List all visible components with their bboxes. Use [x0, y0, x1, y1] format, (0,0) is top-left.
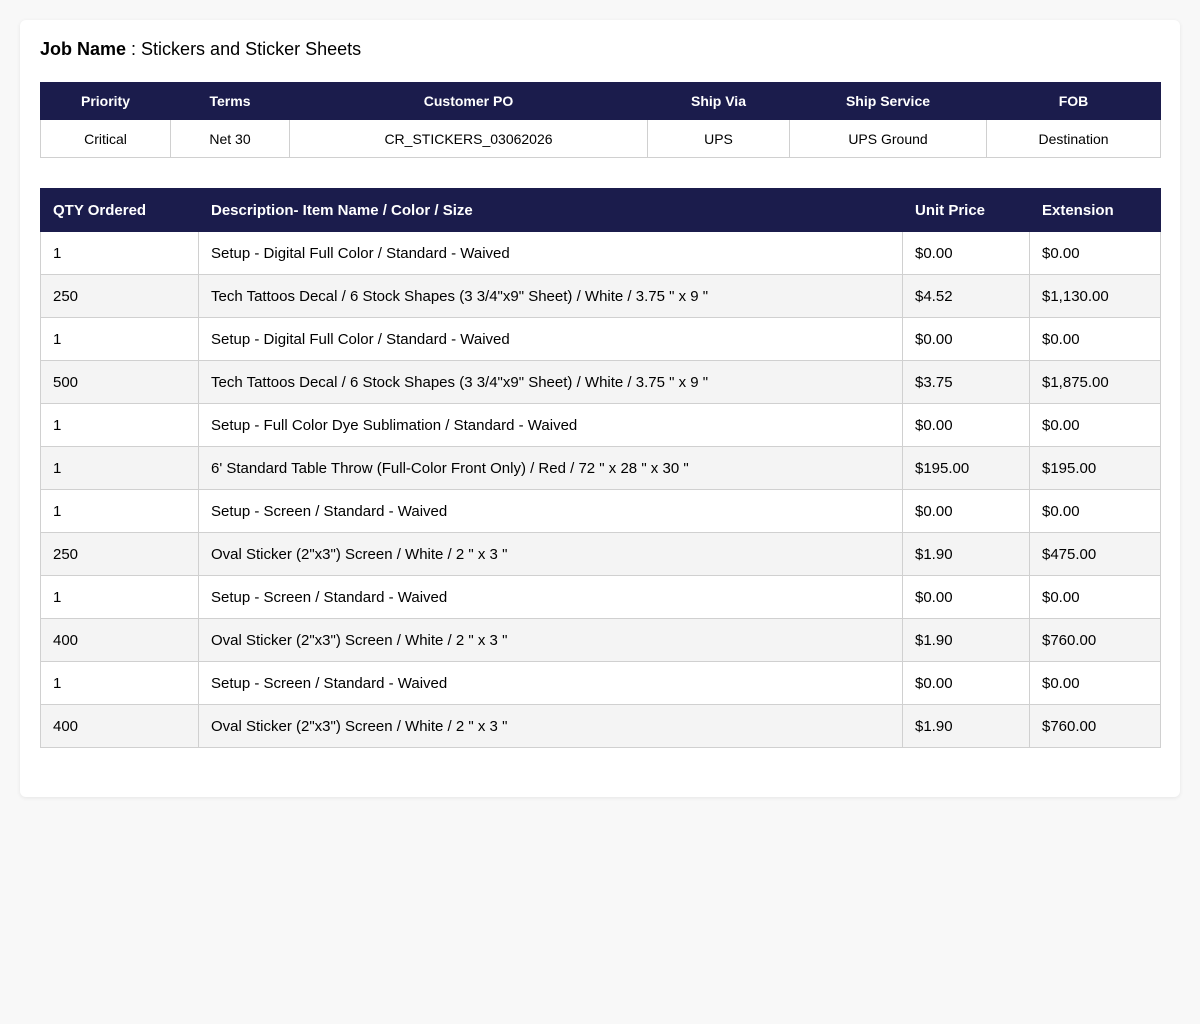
table-row: 1 Setup - Digital Full Color / Standard -… — [40, 231, 1161, 275]
job-name-label: Job Name — [40, 39, 127, 59]
table-row: 250 Oval Sticker (2"x3") Screen / White /… — [40, 532, 1161, 576]
qty-cell: 250 — [40, 532, 199, 576]
extension-cell: $1,875.00 — [1029, 360, 1161, 404]
fob-header: FOB — [986, 82, 1161, 120]
table-row: 400 Oval Sticker (2"x3") Screen / White /… — [40, 704, 1161, 748]
ship-service-value: UPS Ground — [789, 119, 987, 158]
job-name-value: Stickers and Sticker Sheets — [141, 39, 362, 59]
unit-price-cell: $4.52 — [902, 274, 1030, 318]
ship-service-header: Ship Service — [789, 82, 987, 120]
unit-price-cell: $0.00 — [902, 575, 1030, 619]
table-row: 250 Tech Tattoos Decal / 6 Stock Shapes (… — [40, 274, 1161, 318]
ship-via-header: Ship Via — [647, 82, 790, 120]
unit-price-cell: $0.00 — [902, 489, 1030, 533]
extension-cell: $760.00 — [1029, 704, 1161, 748]
unit-price-cell: $3.75 — [902, 360, 1030, 404]
table-row: 1 Setup - Full Color Dye Sublimation / St… — [40, 403, 1161, 447]
fob-value: Destination — [986, 119, 1161, 158]
extension-cell: $0.00 — [1029, 489, 1161, 533]
unit-price-cell: $1.90 — [902, 532, 1030, 576]
extension-cell: $0.00 — [1029, 231, 1161, 275]
table-row: 1 Setup - Screen / Standard - Waived $0.00… — [40, 489, 1161, 533]
job-name-separator: : — [126, 39, 142, 59]
description-cell: Tech Tattoos Decal / 6 Stock Shapes (3 3… — [198, 360, 903, 404]
order-info-header-row: Priority Terms Customer PO Ship Via Ship… — [40, 82, 1161, 120]
unit-price-cell: $1.90 — [902, 704, 1030, 748]
qty-cell: 1 — [40, 446, 199, 490]
job-name-line: Job Name : Stickers and Sticker Sheets — [40, 38, 1160, 60]
description-cell: Setup - Screen / Standard - Waived — [198, 575, 903, 619]
description-cell: Setup - Digital Full Color / Standard - … — [198, 317, 903, 361]
order-info-table: Priority Terms Customer PO Ship Via Ship… — [40, 82, 1161, 158]
order-card: Job Name : Stickers and Sticker Sheets P… — [20, 20, 1180, 797]
qty-cell: 250 — [40, 274, 199, 318]
table-row: 500 Tech Tattoos Decal / 6 Stock Shapes (… — [40, 360, 1161, 404]
extension-cell: $0.00 — [1029, 661, 1161, 705]
unit-price-cell: $0.00 — [902, 231, 1030, 275]
ship-via-value: UPS — [647, 119, 790, 158]
qty-cell: 500 — [40, 360, 199, 404]
priority-value: Critical — [40, 119, 171, 158]
qty-cell: 1 — [40, 403, 199, 447]
line-items-table: QTY Ordered Description- Item Name / Col… — [40, 188, 1161, 748]
qty-cell: 1 — [40, 489, 199, 533]
extension-header: Extension — [1029, 188, 1161, 232]
qty-cell: 1 — [40, 575, 199, 619]
line-items-header-row: QTY Ordered Description- Item Name / Col… — [40, 188, 1161, 232]
table-row: 1 6' Standard Table Throw (Full-Color Fro… — [40, 446, 1161, 490]
terms-value: Net 30 — [170, 119, 290, 158]
description-cell: Setup - Screen / Standard - Waived — [198, 661, 903, 705]
qty-cell: 1 — [40, 661, 199, 705]
terms-header: Terms — [170, 82, 290, 120]
description-cell: Setup - Full Color Dye Sublimation / Sta… — [198, 403, 903, 447]
unit-price-cell: $0.00 — [902, 317, 1030, 361]
unit-price-cell: $0.00 — [902, 403, 1030, 447]
description-cell: Oval Sticker (2"x3") Screen / White / 2 … — [198, 618, 903, 662]
extension-cell: $0.00 — [1029, 403, 1161, 447]
description-cell: Oval Sticker (2"x3") Screen / White / 2 … — [198, 532, 903, 576]
order-info-values-row: Critical Net 30 CR_STICKERS_03062026 UPS… — [40, 119, 1161, 158]
table-row: 1 Setup - Digital Full Color / Standard -… — [40, 317, 1161, 361]
description-cell: 6' Standard Table Throw (Full-Color Fron… — [198, 446, 903, 490]
extension-cell: $195.00 — [1029, 446, 1161, 490]
table-row: 1 Setup - Screen / Standard - Waived $0.00… — [40, 575, 1161, 619]
extension-cell: $0.00 — [1029, 575, 1161, 619]
unit-price-cell: $0.00 — [902, 661, 1030, 705]
unit-price-cell: $1.90 — [902, 618, 1030, 662]
description-cell: Tech Tattoos Decal / 6 Stock Shapes (3 3… — [198, 274, 903, 318]
qty-cell: 400 — [40, 618, 199, 662]
extension-cell: $760.00 — [1029, 618, 1161, 662]
unit-price-header: Unit Price — [902, 188, 1030, 232]
description-header: Description- Item Name / Color / Size — [198, 188, 903, 232]
description-cell: Setup - Screen / Standard - Waived — [198, 489, 903, 533]
description-cell: Setup - Digital Full Color / Standard - … — [198, 231, 903, 275]
extension-cell: $475.00 — [1029, 532, 1161, 576]
extension-cell: $1,130.00 — [1029, 274, 1161, 318]
qty-cell: 400 — [40, 704, 199, 748]
qty-cell: 1 — [40, 317, 199, 361]
qty-header: QTY Ordered — [40, 188, 199, 232]
priority-header: Priority — [40, 82, 171, 120]
line-items-body: 1 Setup - Digital Full Color / Standard -… — [40, 231, 1161, 748]
unit-price-cell: $195.00 — [902, 446, 1030, 490]
customer-po-header: Customer PO — [289, 82, 648, 120]
customer-po-value: CR_STICKERS_03062026 — [289, 119, 648, 158]
extension-cell: $0.00 — [1029, 317, 1161, 361]
table-row: 400 Oval Sticker (2"x3") Screen / White /… — [40, 618, 1161, 662]
description-cell: Oval Sticker (2"x3") Screen / White / 2 … — [198, 704, 903, 748]
qty-cell: 1 — [40, 231, 199, 275]
table-row: 1 Setup - Screen / Standard - Waived $0.00… — [40, 661, 1161, 705]
